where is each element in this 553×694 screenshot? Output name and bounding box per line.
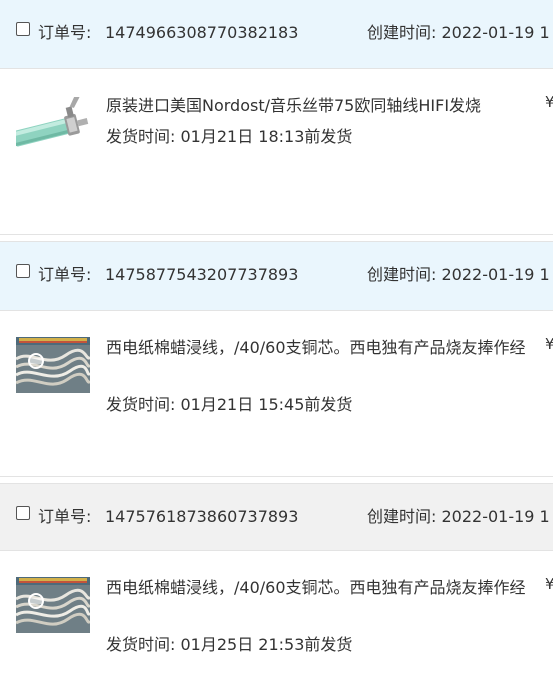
order-header: 订单号: 1474966308770382183 创建时间: 2022-01-1… bbox=[0, 0, 553, 69]
created-time: 创建时间: 2022-01-19 1 bbox=[367, 507, 550, 526]
product-title[interactable]: 原装进口美国Nordost/音乐丝带75欧同轴线HIFI发烧 bbox=[106, 94, 521, 118]
order-no-label: 订单号: bbox=[38, 23, 92, 42]
order-number: 1475877543207737893 bbox=[105, 265, 299, 284]
order-body: 西电纸棉蜡浸线，/40/60支铜芯。西电独有产品烧友捧作经 发货时间: 01月2… bbox=[0, 551, 553, 694]
product-title[interactable]: 西电纸棉蜡浸线，/40/60支铜芯。西电独有产品烧友捧作经 bbox=[106, 576, 526, 600]
order-list: 订单号: 1474966308770382183 创建时间: 2022-01-1… bbox=[0, 0, 553, 694]
price-symbol: ¥ bbox=[545, 575, 553, 593]
order-body: 原装进口美国Nordost/音乐丝带75欧同轴线HIFI发烧 发货时间: 01月… bbox=[0, 69, 553, 234]
wire-bundle-image bbox=[16, 577, 90, 633]
order-no-label: 订单号: bbox=[38, 265, 92, 284]
order-body: 西电纸棉蜡浸线，/40/60支铜芯。西电独有产品烧友捧作经 发货时间: 01月2… bbox=[0, 311, 553, 476]
order-select-checkbox[interactable] bbox=[16, 22, 30, 36]
order-card: 订单号: 1475761873860737893 创建时间: 2022-01-1… bbox=[0, 483, 553, 694]
order-header: 订单号: 1475761873860737893 创建时间: 2022-01-1… bbox=[0, 484, 553, 551]
product-thumbnail[interactable] bbox=[16, 97, 94, 157]
order-no-label: 订单号: bbox=[38, 507, 92, 526]
ship-time: 发货时间: 01月25日 21:53前发货 bbox=[106, 635, 353, 654]
order-number: 1475761873860737893 bbox=[105, 507, 299, 526]
order-number: 1474966308770382183 bbox=[105, 23, 299, 42]
ship-time: 发货时间: 01月21日 18:13前发货 bbox=[106, 127, 353, 146]
wire-bundle-image bbox=[16, 337, 90, 393]
price-symbol: ¥ bbox=[545, 335, 553, 353]
price-symbol: ¥ bbox=[545, 93, 553, 111]
order-select-checkbox[interactable] bbox=[16, 506, 30, 520]
product-title[interactable]: 西电纸棉蜡浸线，/40/60支铜芯。西电独有产品烧友捧作经 bbox=[106, 336, 526, 360]
order-header: 订单号: 1475877543207737893 创建时间: 2022-01-1… bbox=[0, 242, 553, 311]
product-thumbnail[interactable] bbox=[16, 337, 90, 393]
nordost-cable-image bbox=[16, 97, 94, 157]
product-thumbnail[interactable] bbox=[16, 577, 90, 633]
order-card: 订单号: 1474966308770382183 创建时间: 2022-01-1… bbox=[0, 0, 553, 235]
order-card: 订单号: 1475877543207737893 创建时间: 2022-01-1… bbox=[0, 241, 553, 477]
created-time: 创建时间: 2022-01-19 1 bbox=[367, 265, 550, 284]
ship-time: 发货时间: 01月21日 15:45前发货 bbox=[106, 395, 353, 414]
order-select-checkbox[interactable] bbox=[16, 264, 30, 278]
created-time: 创建时间: 2022-01-19 1 bbox=[367, 23, 550, 42]
